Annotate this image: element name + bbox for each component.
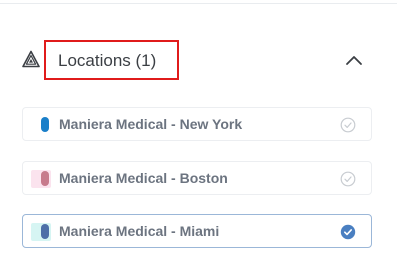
location-label: Maniera Medical - Boston: [59, 170, 228, 186]
location-color-swatch: [41, 117, 49, 132]
location-item-miami[interactable]: Maniera Medical - Miami: [22, 214, 372, 248]
locations-section-header[interactable]: Locations (1): [0, 40, 397, 82]
check-circle-icon[interactable]: [340, 171, 356, 187]
location-label: Maniera Medical - Miami: [59, 223, 220, 239]
section-title: Locations (1): [58, 51, 157, 70]
locations-panel: Locations (1) Maniera Medical - New York…: [0, 0, 397, 272]
check-circle-icon[interactable]: [340, 117, 356, 133]
location-item-new-york[interactable]: Maniera Medical - New York: [22, 107, 372, 141]
location-color-swatch: [41, 224, 49, 239]
check-circle-filled-icon[interactable]: [340, 224, 356, 240]
location-label: Maniera Medical - New York: [59, 116, 243, 132]
location-item-boston[interactable]: Maniera Medical - Boston: [22, 161, 372, 195]
top-divider: [0, 3, 397, 4]
triangle-warning-icon: [22, 50, 40, 68]
location-color-swatch: [41, 171, 49, 186]
section-title-highlight: Locations (1): [44, 40, 179, 80]
chevron-up-icon[interactable]: [344, 50, 364, 70]
